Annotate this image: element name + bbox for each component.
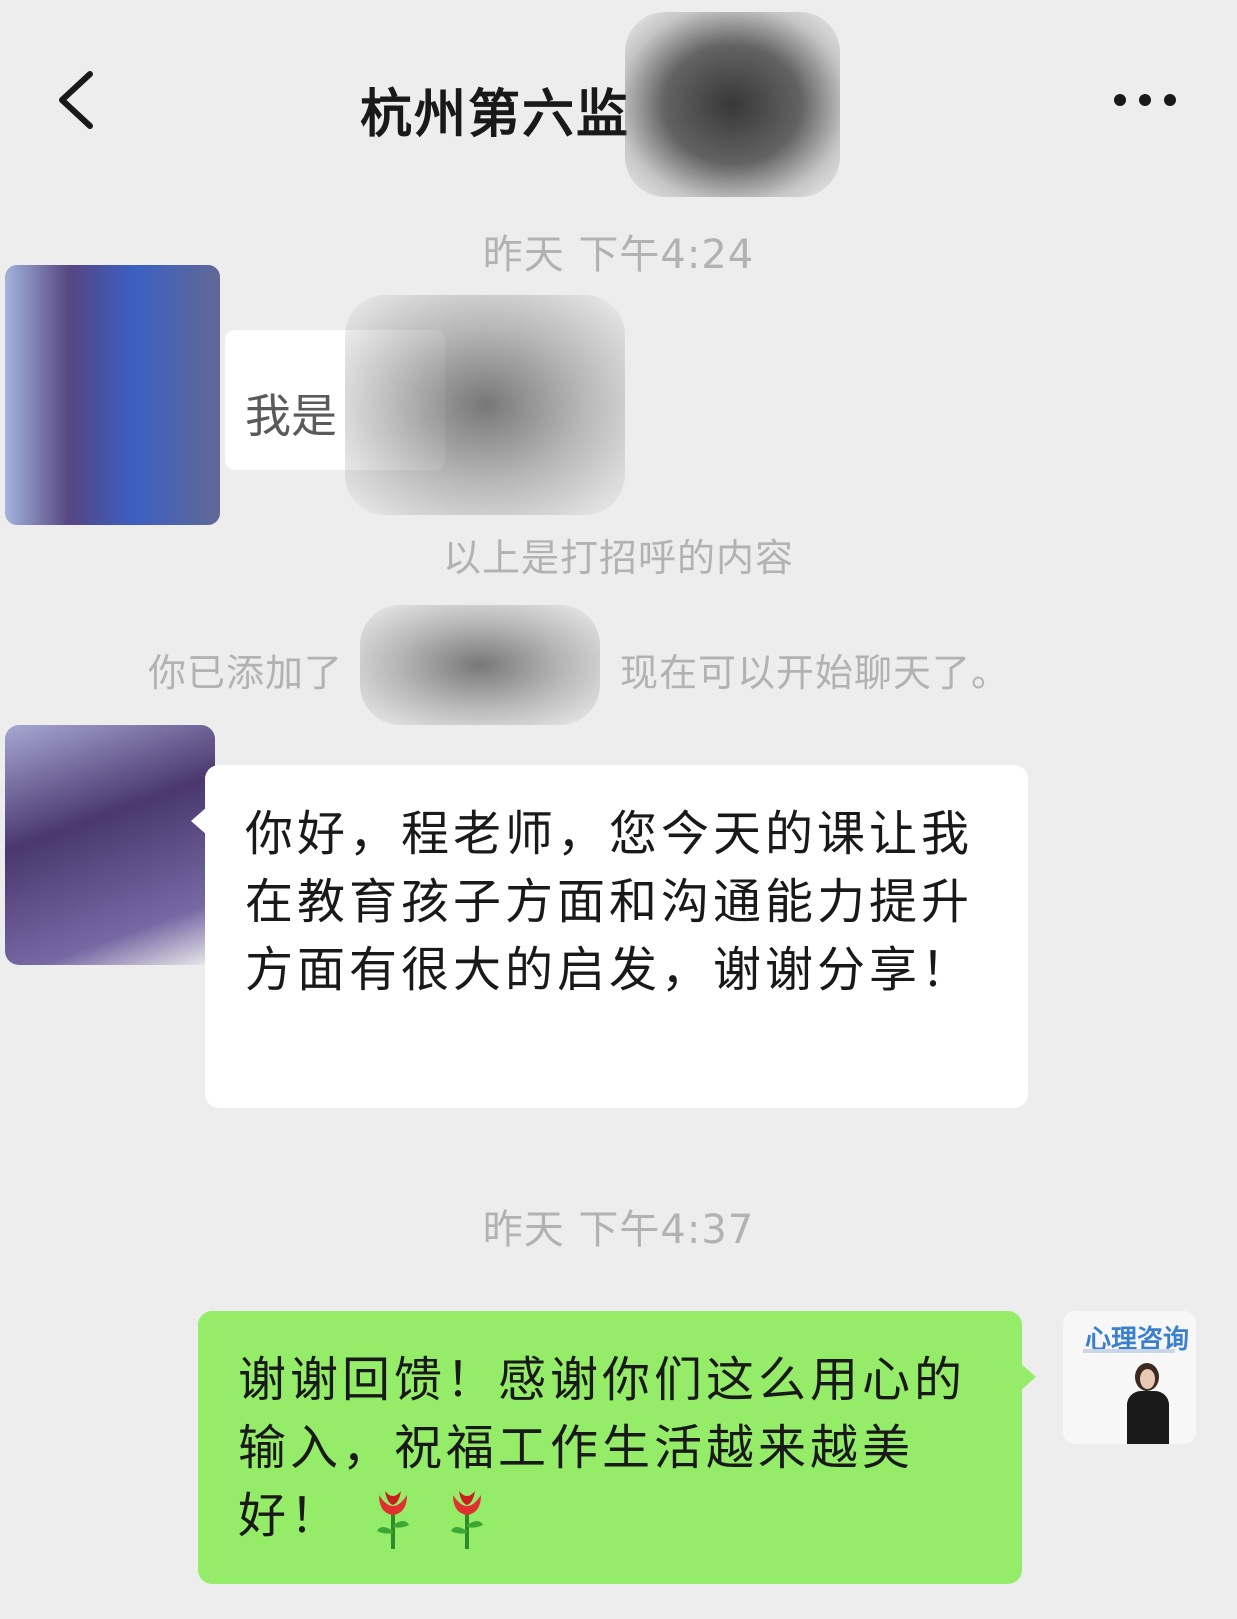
avatar-subtitle-line (1083, 1349, 1175, 1353)
timestamp: 昨天 下午4:37 (482, 1207, 755, 1253)
greeting-notice: 以上是打招呼的内容 (442, 536, 794, 580)
redaction-scribble (625, 12, 840, 197)
more-dots-icon[interactable] (1110, 90, 1180, 110)
contact-avatar[interactable] (5, 725, 215, 965)
incoming-message-text: 你好，程老师，您今天的课让我在教育孩子方面和沟通能力提升方面有很大的启发，谢谢分… (245, 806, 974, 998)
chevron-left-icon[interactable] (52, 70, 102, 130)
avatar-person-body (1127, 1391, 1169, 1444)
rose-icon (450, 1491, 483, 1549)
chat-title: 杭州第六监 (360, 85, 631, 145)
outgoing-message-bubble[interactable]: 谢谢回馈！感谢你们这么用心的输入，祝福工作生活越来越美好！ (198, 1311, 1036, 1584)
contact-avatar[interactable] (5, 265, 220, 525)
redaction-scribble (360, 605, 600, 725)
outgoing-message-text: 谢谢回馈！感谢你们这么用心的输入，祝福工作生活越来越美好！ (238, 1352, 967, 1544)
system-notice-suffix: 现在可以开始聊天了。 (620, 651, 1011, 695)
greeting-text: 我是 (245, 389, 337, 443)
incoming-message-bubble[interactable]: 你好，程老师，您今天的课让我在教育孩子方面和沟通能力提升方面有很大的启发，谢谢分… (191, 765, 1028, 1108)
my-avatar[interactable]: 心理咨询 (1063, 1311, 1196, 1444)
rose-icon (377, 1491, 410, 1549)
system-notice-prefix: 你已添加了 (148, 651, 344, 695)
chat-header: 杭州第六监 (0, 0, 1237, 200)
redaction-scribble (345, 295, 625, 515)
avatar-person-face (1140, 1369, 1155, 1389)
